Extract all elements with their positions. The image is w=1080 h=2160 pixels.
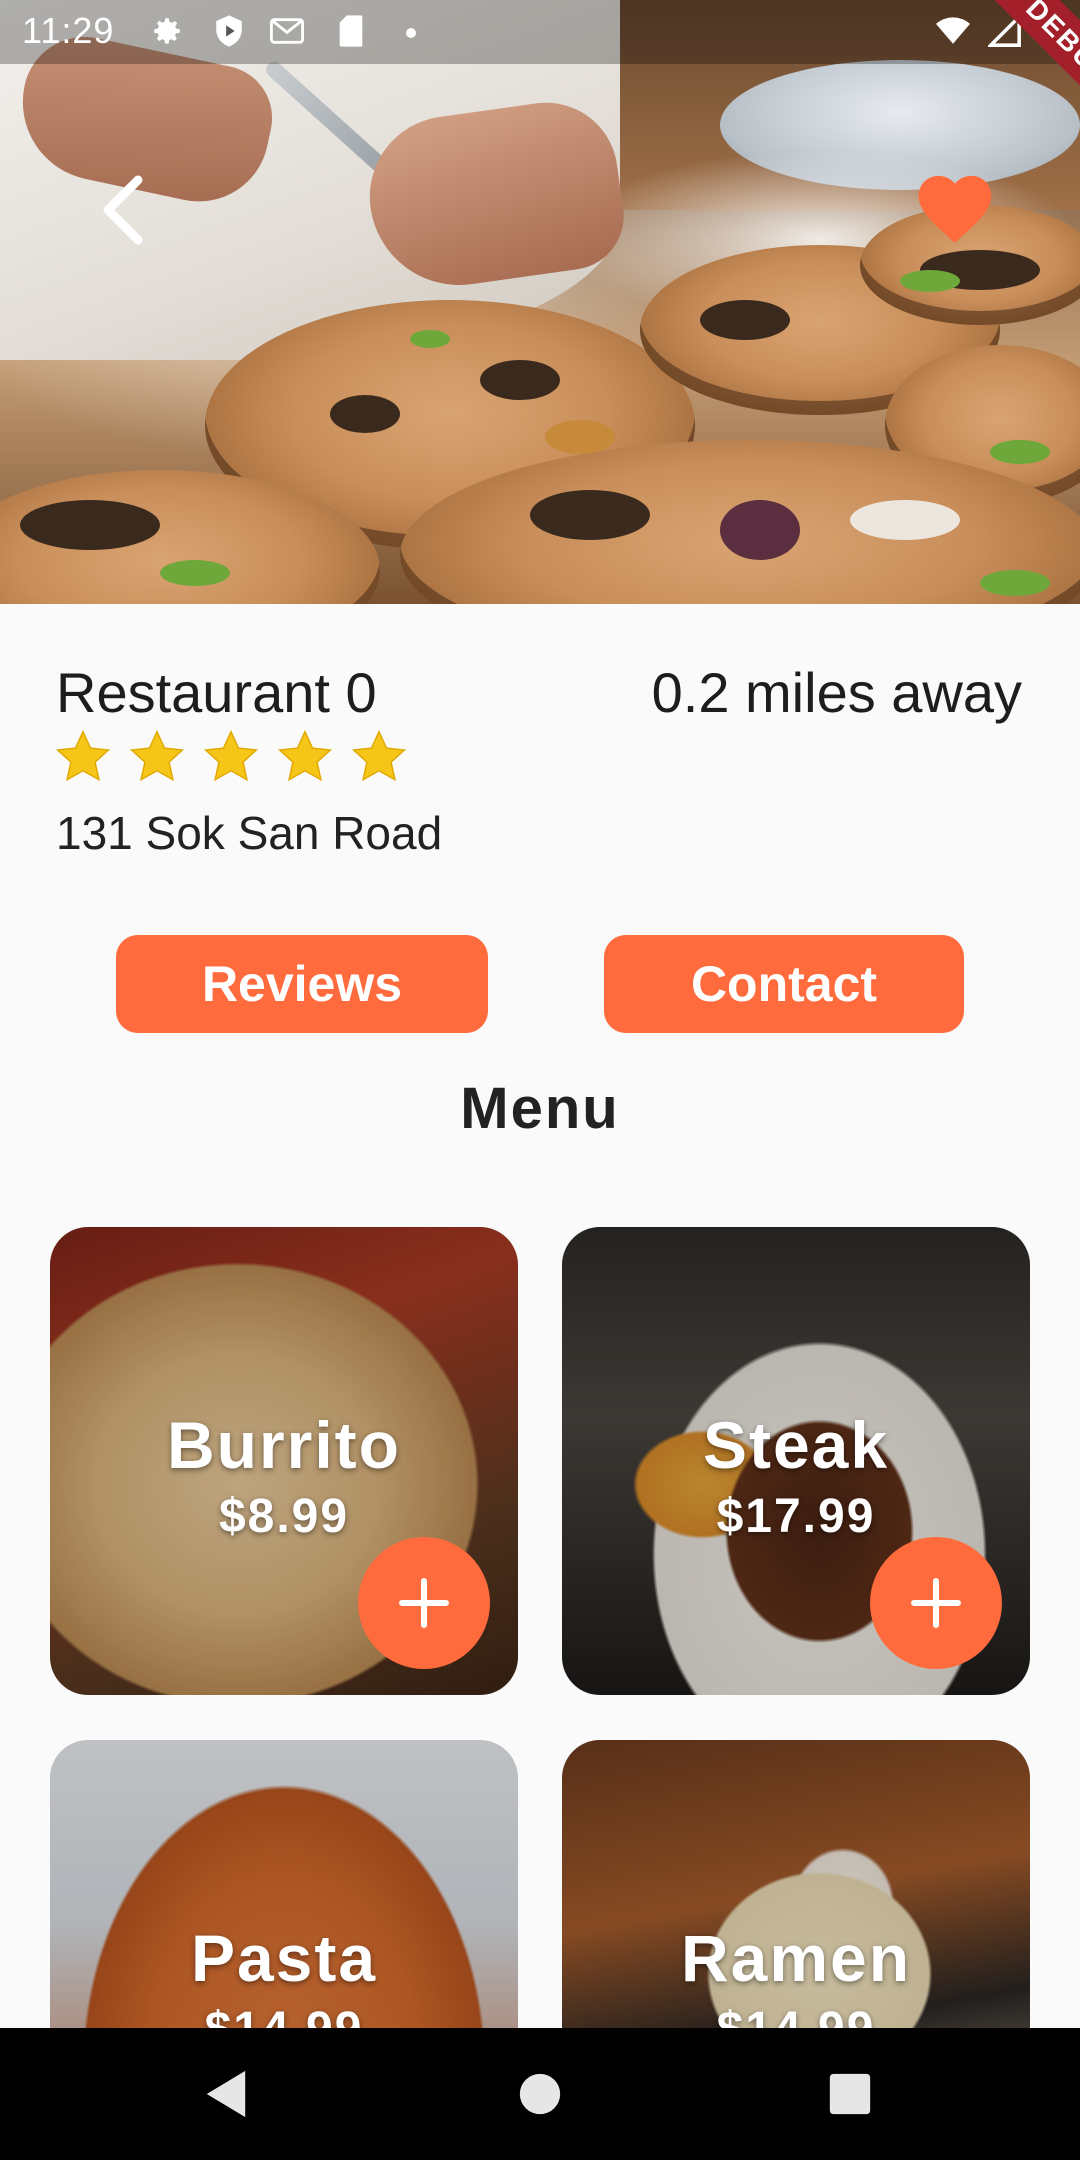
star-icon xyxy=(55,729,111,782)
back-triangle-icon xyxy=(206,2070,246,2118)
star-icon xyxy=(129,729,185,782)
menu-item-name: Steak xyxy=(702,1408,890,1482)
favorite-button[interactable] xyxy=(910,165,1000,245)
plus-icon xyxy=(911,1578,961,1628)
nav-recents-button[interactable] xyxy=(818,2062,882,2126)
recents-square-icon xyxy=(829,2073,871,2115)
nav-back-button[interactable] xyxy=(194,2062,258,2126)
restaurant-address: 131 Sok San Road xyxy=(56,807,443,859)
rating-stars xyxy=(54,728,408,786)
menu-item-price: $8.99 xyxy=(218,1490,350,1543)
wifi-icon xyxy=(936,14,970,48)
hero-food-image xyxy=(0,0,1080,604)
status-time: 11:29 xyxy=(22,10,115,51)
plus-icon xyxy=(399,1578,449,1628)
system-nav-bar xyxy=(0,2028,1080,2160)
shield-play-icon xyxy=(212,14,246,48)
status-bar: 11:29 DEBUG xyxy=(0,0,1080,152)
sd-card-icon xyxy=(334,14,368,48)
menu-item-price: $17.99 xyxy=(716,1490,876,1543)
restaurant-name: Restaurant 0 xyxy=(56,661,377,724)
star-icon xyxy=(277,729,333,782)
star-icon xyxy=(351,729,407,782)
contact-button[interactable]: Contact xyxy=(604,935,964,1033)
star-icon xyxy=(203,729,259,782)
back-button[interactable] xyxy=(90,170,160,250)
home-circle-icon xyxy=(519,2073,561,2115)
menu-title: Menu xyxy=(460,1076,620,1141)
nav-home-button[interactable] xyxy=(508,2062,572,2126)
notification-dot xyxy=(406,28,416,38)
menu-item-burrito[interactable]: Burrito $8.99 xyxy=(50,1227,518,1695)
gmail-icon xyxy=(270,14,304,48)
restaurant-distance: 0.2 miles away xyxy=(651,661,1022,724)
menu-item-name: Ramen xyxy=(680,1921,912,1995)
add-to-cart-button[interactable] xyxy=(870,1537,1002,1669)
menu-item-name: Burrito xyxy=(167,1408,401,1482)
add-to-cart-button[interactable] xyxy=(358,1537,490,1669)
heart-icon xyxy=(918,175,992,243)
settings-icon xyxy=(150,14,184,48)
chevron-left-icon xyxy=(103,175,143,245)
restaurant-detail-screen: 11:29 DEBUG Restaurant 0 0.2 miles away … xyxy=(0,0,1080,2160)
menu-item-steak[interactable]: Steak $17.99 xyxy=(562,1227,1030,1695)
menu-item-name: Pasta xyxy=(190,1921,378,1995)
reviews-button[interactable]: Reviews xyxy=(116,935,488,1033)
